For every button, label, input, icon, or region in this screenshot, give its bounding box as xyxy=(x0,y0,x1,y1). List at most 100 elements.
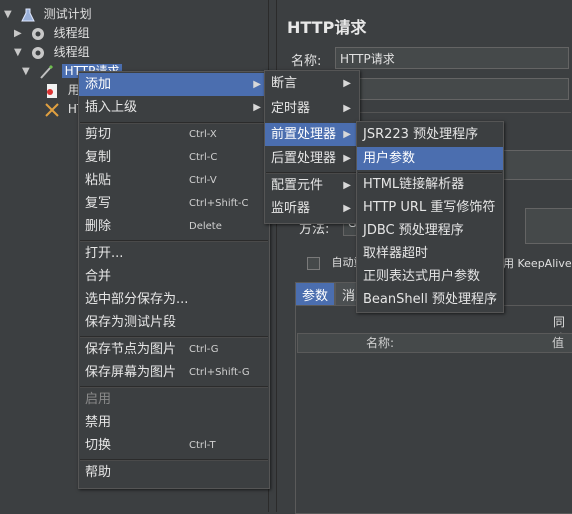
menu-item-label: 取样器超时 xyxy=(363,246,429,261)
menu-item-label: 合并 xyxy=(85,269,112,284)
menu-item-jsr223[interactable]: JSR223 预处理程序 xyxy=(357,123,503,146)
tree-node-label: 测试计划 xyxy=(43,7,92,21)
menu-item-open[interactable]: 打开... xyxy=(79,242,269,265)
menu-item-label: 断言 xyxy=(271,76,298,91)
menu-item-label: 启用 xyxy=(85,392,112,407)
menu-item-label: 前置处理器 xyxy=(271,127,337,142)
menu-item-label: 禁用 xyxy=(85,415,112,430)
path-field[interactable] xyxy=(525,208,572,244)
menu-item-regex-user-params[interactable]: 正则表达式用户参数 xyxy=(357,265,503,288)
checkbox-icon xyxy=(307,256,320,270)
menu-item-merge[interactable]: 合并 xyxy=(79,265,269,288)
gear-icon xyxy=(30,45,46,61)
menu-item-enable[interactable]: 启用 xyxy=(79,388,269,411)
expand-triangle-icon[interactable]: ▼ xyxy=(14,44,26,62)
tree-node-label: 线程组 xyxy=(53,26,90,40)
menu-item-label: BeanShell 预处理程序 xyxy=(363,292,497,307)
submenu-arrow-icon: ▶ xyxy=(343,129,351,140)
menu-item-label: 粘贴 xyxy=(85,173,112,188)
menu-item-insert-parent[interactable]: 插入上级 ▶ xyxy=(79,96,269,119)
expand-triangle-icon[interactable]: ▼ xyxy=(4,6,16,24)
menu-item-label: 帮助 xyxy=(85,465,112,480)
menu-item-label: 定时器 xyxy=(271,101,311,116)
submenu-arrow-icon: ▶ xyxy=(253,79,261,90)
menu-item-label: HTTP URL 重写修饰符 xyxy=(363,200,496,215)
menu-item-label: 保存节点为图片 xyxy=(85,342,177,357)
name-field[interactable]: HTTP请求 xyxy=(335,47,569,69)
menu-item-label: JSR223 预处理程序 xyxy=(363,127,479,142)
menu-item-user-parameters[interactable]: 用户参数 xyxy=(357,147,503,170)
menu-item-label: 选中部分保存为... xyxy=(85,292,189,307)
menu-item-save-selection[interactable]: 选中部分保存为... xyxy=(79,288,269,311)
menu-item-label: 添加 xyxy=(85,77,112,92)
page-title: HTTP请求 xyxy=(287,18,367,37)
context-menu: 添加 ▶ 插入上级 ▶ 剪切 Ctrl-X 复制 Ctrl-C 粘贴 Ctrl-V 复写 C… xyxy=(78,71,270,489)
shortcut-label: Ctrl-G xyxy=(189,344,219,355)
menu-item-copy[interactable]: 复制 Ctrl-C xyxy=(79,146,269,169)
submenu-arrow-icon: ▶ xyxy=(343,103,351,114)
menu-item-config-element[interactable]: 配置元件 ▶ xyxy=(265,174,359,197)
tab-parameters[interactable]: 参数 xyxy=(295,282,336,307)
submenu-arrow-icon: ▶ xyxy=(343,180,351,191)
add-submenu: 断言 ▶ 定时器 ▶ 前置处理器 ▶ 后置处理器 ▶ 配置元件 ▶ 监听器 ▶ xyxy=(264,70,360,224)
tree-node-thread-group-1[interactable]: ▶ 线程组 xyxy=(14,24,90,42)
menu-item-save-screen-image[interactable]: 保存屏幕为图片 Ctrl+Shift-G xyxy=(79,361,269,384)
menu-item-label: 保存屏幕为图片 xyxy=(85,365,177,380)
menu-item-label: 删除 xyxy=(85,219,112,234)
menu-item-help[interactable]: 帮助 xyxy=(79,461,269,484)
collapse-triangle-icon[interactable]: ▶ xyxy=(14,25,26,43)
menu-item-jdbc-preprocessor[interactable]: JDBC 预处理程序 xyxy=(357,219,503,242)
menu-item-label: JDBC 预处理程序 xyxy=(363,223,464,238)
flask-icon xyxy=(20,7,36,23)
keepalive-label: 用 KeepAlive xyxy=(503,257,572,270)
menu-item-sampler-timeout[interactable]: 取样器超时 xyxy=(357,242,503,265)
menu-item-disable[interactable]: 禁用 xyxy=(79,411,269,434)
menu-item-listener[interactable]: 监听器 ▶ xyxy=(265,197,359,220)
menu-item-toggle[interactable]: 切换 Ctrl-T xyxy=(79,434,269,457)
tree-node-test-plan[interactable]: ▼ 测试计划 xyxy=(4,5,92,23)
server-field[interactable] xyxy=(497,150,572,180)
menu-item-label: 保存为测试片段 xyxy=(85,315,177,330)
shortcut-label: Ctrl-T xyxy=(189,440,216,451)
menu-item-add[interactable]: 添加 ▶ xyxy=(79,73,269,96)
gear-icon xyxy=(30,26,46,42)
pipette-icon xyxy=(38,64,54,80)
name-label: 名称: xyxy=(291,54,322,69)
menu-item-label: 配置元件 xyxy=(271,178,324,193)
shortcut-label: Ctrl-V xyxy=(189,175,217,186)
submenu-arrow-icon: ▶ xyxy=(343,78,351,89)
menu-item-label: 打开... xyxy=(85,246,124,261)
shortcut-label: Ctrl-C xyxy=(189,152,218,163)
menu-item-save-node-image[interactable]: 保存节点为图片 Ctrl-G xyxy=(79,338,269,361)
menu-item-postprocessor[interactable]: 后置处理器 ▶ xyxy=(265,147,359,170)
expand-triangle-icon[interactable]: ▼ xyxy=(22,63,34,81)
menu-item-label: 用户参数 xyxy=(363,151,416,166)
menu-item-beanshell-preprocessor[interactable]: BeanShell 预处理程序 xyxy=(357,288,503,311)
preprocessor-submenu: JSR223 预处理程序 用户参数 HTML链接解析器 HTTP URL 重写修… xyxy=(356,121,504,313)
menu-item-save-fragment[interactable]: 保存为测试片段 xyxy=(79,311,269,334)
submenu-arrow-icon: ▶ xyxy=(253,102,261,113)
parameters-table-header: 名称: 值 xyxy=(297,333,572,353)
menu-item-duplicate[interactable]: 复写 Ctrl+Shift-C xyxy=(79,192,269,215)
submenu-arrow-icon: ▶ xyxy=(343,203,351,214)
shortcut-label: Ctrl+Shift-C xyxy=(189,198,249,209)
menu-item-label: 正则表达式用户参数 xyxy=(363,269,481,284)
tree-node-thread-group-2[interactable]: ▼ 线程组 xyxy=(14,43,90,61)
menu-item-delete[interactable]: 删除 Delete xyxy=(79,215,269,238)
menu-item-assertion[interactable]: 断言 ▶ xyxy=(265,72,359,95)
column-header-value: 值 xyxy=(552,336,565,350)
column-header-name: 名称: xyxy=(366,336,395,350)
menu-item-label: 切换 xyxy=(85,438,112,453)
shortcut-label: Ctrl-X xyxy=(189,129,217,140)
menu-item-preprocessor[interactable]: 前置处理器 ▶ xyxy=(265,123,359,146)
menu-item-cut[interactable]: 剪切 Ctrl-X xyxy=(79,123,269,146)
tools-icon xyxy=(44,102,60,118)
menu-item-timer[interactable]: 定时器 ▶ xyxy=(265,97,359,120)
tree-node-user-params[interactable]: 用 xyxy=(44,81,80,99)
menu-item-http-url-rewriter[interactable]: HTTP URL 重写修饰符 xyxy=(357,196,503,219)
comment-field[interactable] xyxy=(335,78,569,100)
menu-item-label: 剪切 xyxy=(85,127,112,142)
shortcut-label: Delete xyxy=(189,221,222,232)
menu-item-paste[interactable]: 粘贴 Ctrl-V xyxy=(79,169,269,192)
menu-item-html-link-parser[interactable]: HTML链接解析器 xyxy=(357,173,503,196)
